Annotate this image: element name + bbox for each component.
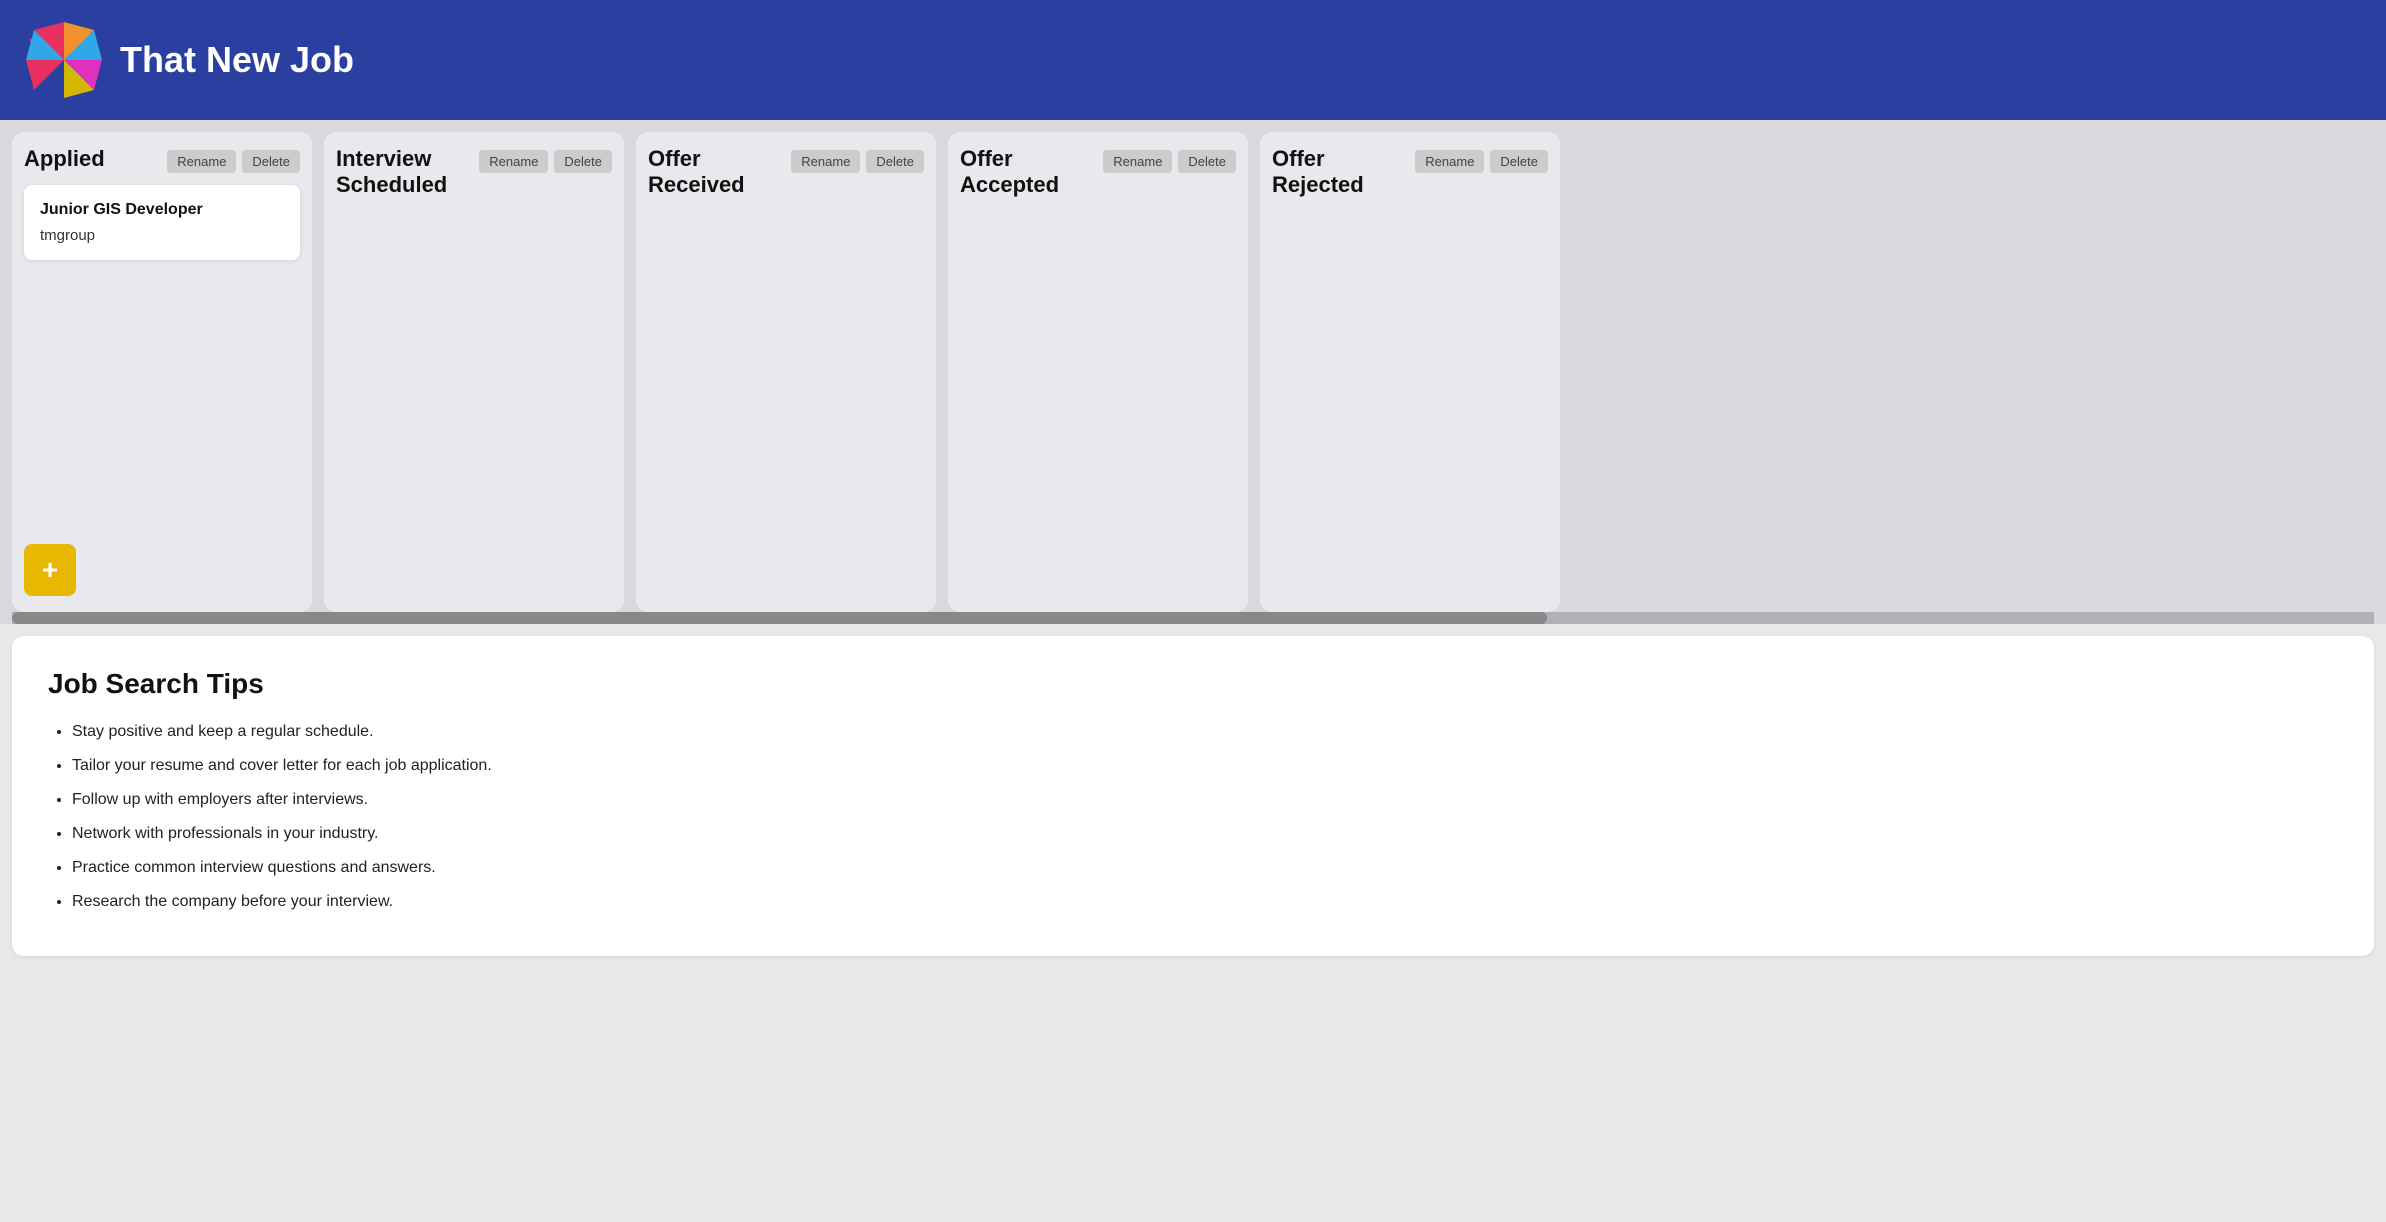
- column-offer-accepted-title: Offer Accepted: [960, 146, 1095, 198]
- board-columns: Applied Rename Delete Junior GIS Develop…: [12, 132, 2374, 612]
- tips-title: Job Search Tips: [48, 668, 2338, 700]
- tips-list: Stay positive and keep a regular schedul…: [48, 720, 2338, 914]
- column-applied-actions: Rename Delete: [167, 150, 300, 173]
- app-logo: [24, 20, 104, 100]
- delete-offer-rejected-button[interactable]: Delete: [1490, 150, 1548, 173]
- column-offer-rejected-header: Offer Rejected Rename Delete: [1272, 146, 1548, 198]
- column-offer-rejected-title: Offer Rejected: [1272, 146, 1407, 198]
- job-card-0[interactable]: Junior GIS Developer tmgroup: [24, 185, 300, 260]
- applied-cards: Junior GIS Developer tmgroup: [24, 185, 300, 528]
- delete-applied-button[interactable]: Delete: [242, 150, 300, 173]
- add-applied-button[interactable]: +: [24, 544, 76, 596]
- rename-interview-button[interactable]: Rename: [479, 150, 548, 173]
- column-applied-title: Applied: [24, 146, 159, 172]
- column-offer-received-title: Offer Received: [648, 146, 783, 198]
- app-title: That New Job: [120, 39, 354, 81]
- scrollbar-track[interactable]: [12, 612, 2374, 624]
- column-interview-actions: Rename Delete: [479, 150, 612, 173]
- list-item: Network with professionals in your indus…: [72, 822, 2338, 846]
- offer-rejected-cards: [1272, 210, 1548, 596]
- delete-offer-received-button[interactable]: Delete: [866, 150, 924, 173]
- job-card-0-company: tmgroup: [40, 227, 284, 244]
- job-card-0-title: Junior GIS Developer: [40, 201, 284, 219]
- column-offer-accepted-header: Offer Accepted Rename Delete: [960, 146, 1236, 198]
- rename-offer-received-button[interactable]: Rename: [791, 150, 860, 173]
- delete-offer-accepted-button[interactable]: Delete: [1178, 150, 1236, 173]
- column-offer-received-actions: Rename Delete: [791, 150, 924, 173]
- column-offer-received-header: Offer Received Rename Delete: [648, 146, 924, 198]
- column-applied: Applied Rename Delete Junior GIS Develop…: [12, 132, 312, 612]
- column-offer-received: Offer Received Rename Delete: [636, 132, 936, 612]
- column-interview-header: Interview Scheduled Rename Delete: [336, 146, 612, 198]
- column-offer-rejected-actions: Rename Delete: [1415, 150, 1548, 173]
- scrollbar-thumb[interactable]: [12, 612, 1547, 624]
- column-offer-accepted: Offer Accepted Rename Delete: [948, 132, 1248, 612]
- rename-offer-rejected-button[interactable]: Rename: [1415, 150, 1484, 173]
- offer-received-cards: [648, 210, 924, 596]
- app-header: That New Job: [0, 0, 2386, 120]
- kanban-board: Applied Rename Delete Junior GIS Develop…: [0, 120, 2386, 624]
- rename-offer-accepted-button[interactable]: Rename: [1103, 150, 1172, 173]
- list-item: Research the company before your intervi…: [72, 890, 2338, 914]
- list-item: Practice common interview questions and …: [72, 856, 2338, 880]
- list-item: Tailor your resume and cover letter for …: [72, 754, 2338, 778]
- rename-applied-button[interactable]: Rename: [167, 150, 236, 173]
- column-interview-title: Interview Scheduled: [336, 146, 471, 198]
- interview-cards: [336, 210, 612, 596]
- column-applied-header: Applied Rename Delete: [24, 146, 300, 173]
- tips-section: Job Search Tips Stay positive and keep a…: [12, 636, 2374, 956]
- delete-interview-button[interactable]: Delete: [554, 150, 612, 173]
- list-item: Stay positive and keep a regular schedul…: [72, 720, 2338, 744]
- list-item: Follow up with employers after interview…: [72, 788, 2338, 812]
- offer-accepted-cards: [960, 210, 1236, 596]
- column-offer-accepted-actions: Rename Delete: [1103, 150, 1236, 173]
- column-offer-rejected: Offer Rejected Rename Delete: [1260, 132, 1560, 612]
- column-interview-scheduled: Interview Scheduled Rename Delete: [324, 132, 624, 612]
